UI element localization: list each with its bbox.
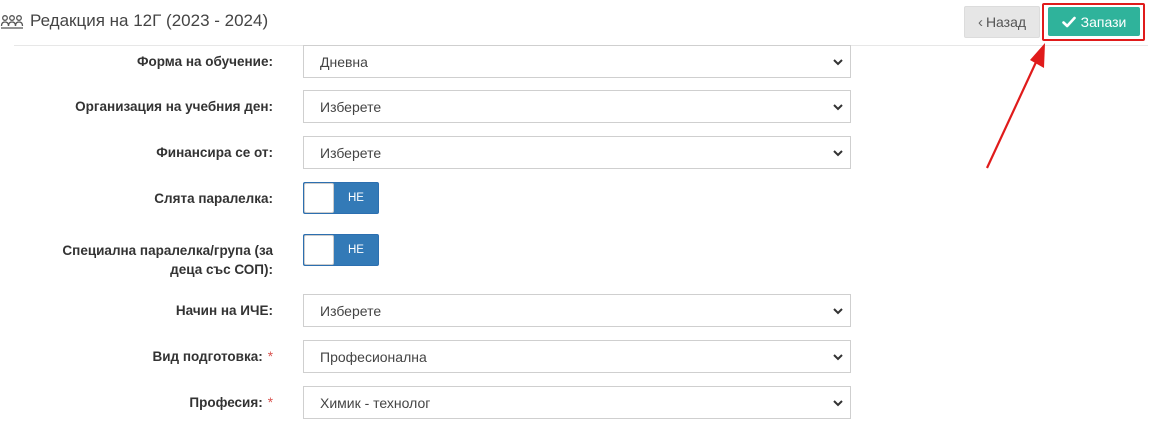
special-class-toggle[interactable]: НЕ	[303, 234, 379, 266]
training-type-value: Професионална	[320, 348, 427, 365]
page-title: Редакция на 12Г (2023 - 2024)	[0, 9, 268, 33]
chevron-down-icon	[833, 308, 843, 315]
special-class-label-line1: Специална паралелка/група (за	[62, 243, 273, 258]
education-form-select[interactable]: Дневна	[303, 45, 851, 78]
check-icon	[1061, 16, 1076, 27]
chevron-down-icon	[833, 354, 843, 361]
profession-label-text: Професия:	[189, 395, 263, 410]
day-organization-select[interactable]: Изберете	[303, 90, 851, 123]
training-type-select[interactable]: Професионална	[303, 340, 851, 373]
special-class-label: Специална паралелка/група (за деца със С…	[13, 241, 273, 279]
toggle-state: НЕ	[348, 192, 364, 204]
back-button-label: Назад	[985, 14, 1027, 30]
toggle-knob	[304, 183, 334, 213]
merged-class-toggle[interactable]: НЕ	[303, 182, 379, 214]
profession-select[interactable]: Химик - технолог	[303, 386, 851, 419]
funded-by-label: Финансира се от:	[156, 145, 273, 160]
funded-by-value: Изберете	[320, 144, 382, 161]
required-marker: *	[267, 349, 273, 364]
iche-method-label: Начин на ИЧЕ:	[175, 303, 273, 318]
toggle-knob	[304, 235, 334, 265]
education-form-value: Дневна	[320, 53, 368, 70]
training-type-label: Вид подготовка: *	[13, 347, 273, 366]
chevron-down-icon	[833, 150, 843, 157]
merged-class-label: Слята паралелка:	[154, 191, 273, 206]
funded-by-select[interactable]: Изберете	[303, 136, 851, 169]
special-class-label-line2: деца със СОП):	[170, 262, 273, 277]
save-button-label: Запази	[1080, 13, 1127, 30]
chevron-down-icon	[833, 400, 843, 407]
group-icon	[0, 15, 24, 29]
chevron-down-icon	[833, 59, 843, 66]
required-marker: *	[267, 395, 273, 410]
save-button[interactable]: Запази	[1048, 7, 1140, 36]
chevron-left-icon: ‹	[977, 13, 983, 31]
training-type-label-text: Вид подготовка:	[152, 349, 263, 364]
page-header: Редакция на 12Г (2023 - 2024) ‹ Назад За…	[0, 0, 1158, 46]
day-organization-label: Организация на учебния ден:	[75, 99, 273, 114]
back-button[interactable]: ‹ Назад	[964, 6, 1040, 38]
page-title-text: Редакция на 12Г (2023 - 2024)	[30, 11, 269, 30]
profession-value: Химик - технолог	[320, 394, 431, 411]
day-organization-value: Изберете	[320, 98, 382, 115]
profession-label: Професия: *	[13, 393, 273, 412]
iche-method-value: Изберете	[320, 302, 382, 319]
toggle-state: НЕ	[348, 244, 364, 256]
iche-method-select[interactable]: Изберете	[303, 294, 851, 327]
chevron-down-icon	[833, 104, 843, 111]
education-form-label: Форма на обучение:	[136, 54, 273, 69]
